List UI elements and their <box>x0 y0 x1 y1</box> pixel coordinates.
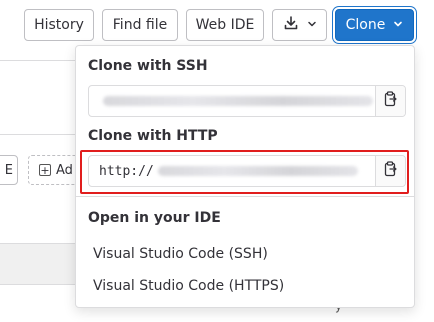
web-ide-button-label: Web IDE <box>195 17 255 33</box>
history-button[interactable]: History <box>24 9 94 41</box>
download-dropdown-button[interactable] <box>272 9 327 41</box>
find-file-button[interactable]: Find file <box>102 9 178 41</box>
page-row <box>0 243 78 285</box>
copy-ssh-url-button[interactable] <box>375 86 405 116</box>
clone-ssh-heading: Clone with SSH <box>88 58 208 74</box>
copy-http-url-button[interactable] <box>375 156 405 186</box>
clone-button-label: Clone <box>345 17 386 33</box>
vscode-https-menu-item[interactable]: Visual Studio Code (HTTPS) <box>93 278 284 294</box>
clone-button[interactable]: Clone <box>335 9 414 41</box>
page-divider <box>0 134 78 135</box>
ssh-url-input[interactable] <box>89 86 375 116</box>
find-file-button-label: Find file <box>112 17 168 33</box>
plus-square-icon: + <box>39 163 51 177</box>
http-url-prefix: http:// <box>99 163 154 179</box>
partial-button[interactable]: E <box>0 155 18 185</box>
page-divider <box>0 60 78 61</box>
ssh-url-field[interactable] <box>88 85 406 117</box>
clipboard-icon <box>384 91 398 111</box>
partial-button-label: E <box>4 162 13 178</box>
redacted-url <box>157 166 358 176</box>
clone-http-heading: Clone with HTTP <box>88 128 218 144</box>
http-url-input[interactable]: http:// <box>89 156 375 186</box>
web-ide-button[interactable]: Web IDE <box>186 9 264 41</box>
add-button-label: Ad <box>56 162 73 178</box>
redacted-url <box>103 96 373 106</box>
clone-dropdown: Clone with SSH Clone with HTTP http:// O… <box>75 45 415 308</box>
chevron-down-icon <box>307 17 317 33</box>
open-in-ide-heading: Open in your IDE <box>88 210 221 226</box>
clipboard-icon <box>384 161 398 181</box>
history-button-label: History <box>34 17 84 33</box>
http-url-field[interactable]: http:// <box>88 155 406 187</box>
dropdown-divider <box>76 196 414 197</box>
vscode-ssh-menu-item[interactable]: Visual Studio Code (SSH) <box>93 246 268 262</box>
chevron-down-icon <box>393 17 403 33</box>
download-icon <box>283 15 299 35</box>
